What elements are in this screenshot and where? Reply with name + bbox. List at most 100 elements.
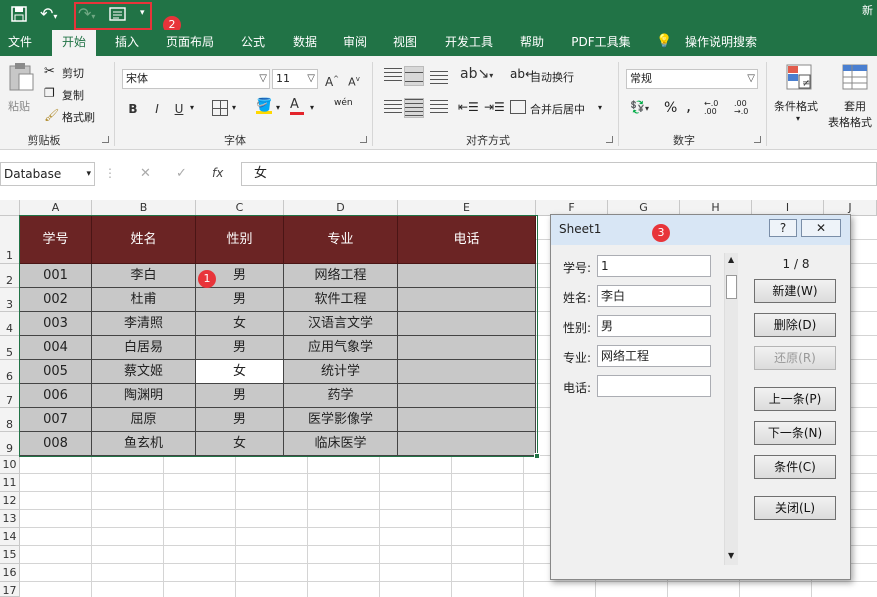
format-as-table-button[interactable]: 套用 表格格式 — [826, 62, 877, 132]
tab-file[interactable]: 文件 — [0, 30, 40, 56]
column-header[interactable]: D — [284, 200, 398, 216]
tab-page-layout[interactable]: 页面布局 — [160, 30, 220, 56]
close-button[interactable]: 关闭(L) — [754, 496, 836, 520]
fill-color-icon[interactable]: 🪣 — [256, 98, 272, 114]
tab-review[interactable]: 审阅 — [334, 30, 376, 56]
column-header[interactable]: C — [196, 200, 284, 216]
font-color-dropdown-icon[interactable]: ▾ — [310, 103, 314, 112]
wrap-text-button[interactable]: 自动换行 — [530, 69, 574, 85]
shrink-font-button[interactable]: Av — [346, 70, 362, 92]
delete-record-button[interactable]: 删除(D) — [754, 313, 836, 337]
row-header[interactable]: 12 — [0, 492, 20, 510]
conditional-format-button[interactable]: ≠ 条件格式 ▾ — [772, 62, 824, 132]
comma-button[interactable]: , — [686, 96, 691, 115]
phone-field[interactable] — [597, 375, 711, 397]
insert-function-icon[interactable]: fx — [212, 166, 223, 180]
clipboard-launcher-icon[interactable] — [102, 136, 109, 143]
row-header[interactable]: 7 — [0, 384, 20, 408]
font-name-select[interactable]: 宋体 ▽ — [122, 69, 270, 89]
phonetic-button[interactable]: wén — [334, 98, 353, 108]
scroll-down-icon[interactable]: ▼ — [728, 551, 734, 560]
column-header[interactable]: B — [92, 200, 196, 216]
tab-pdf-tools[interactable]: PDF工具集 — [564, 30, 638, 56]
help-button[interactable]: ? — [769, 219, 797, 237]
undo-icon[interactable]: ↶▾ — [40, 5, 66, 25]
gender-field[interactable]: 男 — [597, 315, 711, 337]
tab-insert[interactable]: 插入 — [106, 30, 148, 56]
prev-record-button[interactable]: 上一条(P) — [754, 387, 836, 411]
row-header[interactable]: 14 — [0, 528, 20, 546]
formula-input[interactable]: 女 — [241, 162, 877, 186]
tab-home[interactable]: 开始 — [52, 30, 96, 56]
scroll-thumb[interactable] — [726, 275, 737, 299]
new-record-button[interactable]: 新建(W) — [754, 279, 836, 303]
tab-view[interactable]: 视图 — [384, 30, 426, 56]
number-launcher-icon[interactable] — [754, 136, 761, 143]
row-header[interactable]: 17 — [0, 582, 20, 597]
major-field[interactable]: 网络工程 — [597, 345, 711, 367]
increase-decimal-button[interactable]: ←.0 .00 — [704, 100, 730, 116]
row-header[interactable]: 4 — [0, 312, 20, 336]
name-field[interactable]: 李白 — [597, 285, 711, 307]
borders-icon[interactable] — [212, 100, 228, 116]
row-header[interactable]: 16 — [0, 564, 20, 582]
row-header[interactable]: 9 — [0, 432, 20, 456]
number-format-select[interactable]: 常规 ▽ — [626, 69, 758, 89]
paste-button[interactable]: 粘贴 — [4, 62, 38, 118]
row-header[interactable]: 5 — [0, 336, 20, 360]
tab-developer[interactable]: 开发工具 — [438, 30, 500, 56]
student-id-field[interactable]: 1 — [597, 255, 711, 277]
align-right-icon[interactable] — [430, 100, 448, 116]
align-top-icon[interactable] — [384, 68, 402, 84]
row-header[interactable]: 11 — [0, 474, 20, 492]
align-left-icon[interactable] — [384, 100, 402, 116]
tab-formulas[interactable]: 公式 — [232, 30, 274, 56]
decrease-indent-icon[interactable]: ⇤☰ — [458, 100, 479, 114]
underline-dropdown-icon[interactable]: ▾ — [190, 103, 194, 112]
borders-dropdown-icon[interactable]: ▾ — [232, 103, 236, 112]
criteria-button[interactable]: 条件(C) — [754, 455, 836, 479]
column-header[interactable]: A — [20, 200, 92, 216]
name-box[interactable]: Database ▾ — [0, 162, 95, 186]
font-size-select[interactable]: 11 ▽ — [272, 69, 318, 89]
qat-customize-icon[interactable]: ▾ — [140, 8, 145, 18]
save-icon[interactable] — [10, 5, 30, 25]
restore-button[interactable]: 还原(R) — [754, 346, 836, 370]
row-header[interactable]: 1 — [0, 216, 20, 264]
select-all-corner[interactable] — [0, 200, 20, 216]
row-header[interactable]: 3 — [0, 288, 20, 312]
confirm-entry-icon[interactable]: ✓ — [176, 166, 187, 181]
row-header[interactable]: 15 — [0, 546, 20, 564]
scroll-up-icon[interactable]: ▲ — [728, 255, 734, 264]
cancel-entry-icon[interactable]: ✕ — [140, 166, 151, 181]
align-center-icon[interactable] — [404, 98, 424, 118]
increase-indent-icon[interactable]: ⇥☰ — [484, 100, 505, 114]
tab-data[interactable]: 数据 — [284, 30, 326, 56]
fill-color-dropdown-icon[interactable]: ▾ — [276, 103, 280, 112]
merge-center-button[interactable]: 合并后居中 — [530, 101, 585, 117]
bold-button[interactable]: B — [126, 100, 140, 118]
align-bottom-icon[interactable] — [430, 68, 448, 84]
copy-button[interactable]: 复制 — [62, 87, 84, 103]
alignment-launcher-icon[interactable] — [606, 136, 613, 143]
orientation-icon[interactable]: ab↘▾ — [460, 66, 493, 82]
underline-button[interactable]: U — [172, 100, 186, 118]
fill-handle[interactable] — [534, 453, 540, 459]
tab-help[interactable]: 帮助 — [510, 30, 554, 56]
row-header[interactable]: 6 — [0, 360, 20, 384]
close-window-button[interactable]: ✕ — [801, 219, 841, 237]
font-color-icon[interactable]: A — [290, 97, 304, 115]
row-header[interactable]: 2 — [0, 264, 20, 288]
merge-dropdown-icon[interactable]: ▾ — [598, 103, 602, 112]
percent-button[interactable]: % — [664, 100, 677, 116]
cut-button[interactable]: 剪切 — [62, 65, 84, 81]
next-record-button[interactable]: 下一条(N) — [754, 421, 836, 445]
grow-font-button[interactable]: A^ — [324, 70, 340, 91]
row-header[interactable]: 13 — [0, 510, 20, 528]
column-header[interactable]: E — [398, 200, 536, 216]
row-header[interactable]: 10 — [0, 456, 20, 474]
currency-icon[interactable]: 💱▾ — [630, 100, 649, 114]
record-scrollbar[interactable]: ▲ ▼ — [724, 253, 738, 565]
font-launcher-icon[interactable] — [360, 136, 367, 143]
row-header[interactable]: 8 — [0, 408, 20, 432]
